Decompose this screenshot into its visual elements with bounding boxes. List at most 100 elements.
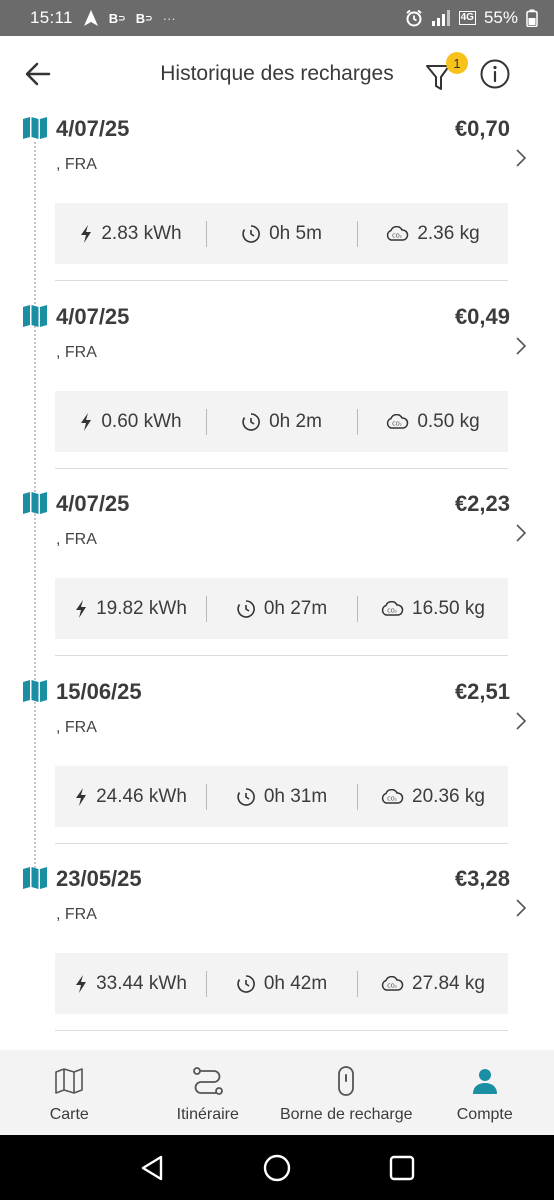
duration-stat: 0h 5m bbox=[206, 203, 357, 264]
filter-button[interactable]: 1 bbox=[424, 52, 468, 92]
charge-stats: 2.83 kWh 0h 5m CO₂ 2.36 kg bbox=[55, 203, 508, 264]
co2-stat: CO₂ 20.36 kg bbox=[357, 766, 508, 827]
charge-price: €2,23 bbox=[454, 491, 510, 516]
charge-price: €0,49 bbox=[454, 304, 510, 329]
charge-date: 4/07/25 bbox=[56, 304, 130, 329]
list-item[interactable]: 4/07/25 €0,49 , FRA 0.60 kWh 0h 2m CO₂ 0… bbox=[0, 300, 554, 488]
battery-text: 55% bbox=[483, 8, 518, 27]
list-item[interactable]: 15/06/25 €2,51 , FRA 24.46 kWh 0h 31m CO… bbox=[0, 675, 554, 863]
co2-stat: CO₂ 0.50 kg bbox=[357, 391, 508, 452]
page-title: Historique des recharges bbox=[160, 62, 394, 85]
co2-stat: CO₂ 27.84 kg bbox=[357, 953, 508, 1014]
map-icon bbox=[22, 679, 48, 703]
triangle-back-icon bbox=[142, 1155, 163, 1180]
charge-location: , FRA bbox=[56, 719, 97, 736]
lightning-icon bbox=[79, 412, 93, 432]
info-icon bbox=[480, 59, 510, 89]
duration-stat: 0h 2m bbox=[206, 391, 357, 452]
4g-icon: 4G bbox=[458, 11, 476, 25]
timer-icon bbox=[236, 787, 256, 807]
status-bar: 15:11 B ⊃ B ⊃ ··· 4G 55% bbox=[0, 0, 554, 36]
charge-stats: 0.60 kWh 0h 2m CO₂ 0.50 kg bbox=[55, 391, 508, 452]
nav-item-itineraire[interactable]: Itinéraire bbox=[139, 1050, 278, 1135]
lightning-icon bbox=[74, 787, 88, 807]
energy-value: 0.60 kWh bbox=[101, 410, 182, 432]
route-icon bbox=[192, 1066, 224, 1096]
system-recents-button[interactable] bbox=[382, 1148, 422, 1188]
co2-cloud-icon: CO₂ bbox=[380, 975, 404, 992]
energy-stat: 0.60 kWh bbox=[55, 391, 206, 452]
signal-icon bbox=[431, 10, 451, 26]
charge-stats: 19.82 kWh 0h 27m CO₂ 16.50 kg bbox=[55, 578, 508, 639]
nav-label: Borne de recharge bbox=[279, 1106, 413, 1123]
bottom-nav: Carte Itinéraire Borne de recharge Compt… bbox=[0, 1050, 554, 1135]
divider bbox=[55, 1030, 508, 1031]
map-icon bbox=[22, 491, 48, 515]
list-item[interactable]: 4/07/25 €0,70 , FRA 2.83 kWh 0h 5m CO₂ 2… bbox=[0, 112, 554, 300]
co2-cloud-icon: CO₂ bbox=[385, 413, 409, 430]
energy-stat: 33.44 kWh bbox=[55, 953, 206, 1014]
b-app-icon: B ⊃ bbox=[108, 10, 126, 26]
b-app-icon: B ⊃ bbox=[135, 10, 153, 26]
co2-value: 20.36 kg bbox=[412, 785, 485, 807]
filter-count-badge: 1 bbox=[446, 52, 468, 74]
nav-item-compte[interactable]: Compte bbox=[416, 1050, 554, 1135]
divider bbox=[55, 655, 508, 656]
charge-date: 4/07/25 bbox=[56, 116, 130, 141]
lightning-icon bbox=[74, 599, 88, 619]
co2-value: 27.84 kg bbox=[412, 972, 485, 994]
system-nav-bar bbox=[0, 1135, 554, 1200]
energy-value: 33.44 kWh bbox=[96, 972, 187, 994]
charge-date: 4/07/25 bbox=[56, 491, 130, 516]
chevron-right-icon bbox=[514, 523, 528, 543]
chevron-right-icon bbox=[514, 148, 528, 168]
chevron-right-icon bbox=[514, 336, 528, 356]
duration-value: 0h 31m bbox=[263, 785, 328, 807]
nav-item-borne[interactable]: Borne de recharge bbox=[277, 1050, 416, 1135]
co2-cloud-icon: CO₂ bbox=[385, 225, 409, 242]
system-back-button[interactable] bbox=[132, 1148, 172, 1188]
more-dots-icon: ··· bbox=[162, 10, 176, 26]
charge-stats: 24.46 kWh 0h 31m CO₂ 20.36 kg bbox=[55, 766, 508, 827]
charging-history-list[interactable]: 4/07/25 €0,70 , FRA 2.83 kWh 0h 5m CO₂ 2… bbox=[0, 112, 554, 1050]
duration-stat: 0h 42m bbox=[206, 953, 357, 1014]
co2-cloud-icon: CO₂ bbox=[380, 788, 404, 805]
app-header: Historique des recharges 1 bbox=[0, 36, 554, 112]
lightning-icon bbox=[74, 974, 88, 994]
back-button[interactable] bbox=[22, 58, 54, 90]
info-button[interactable] bbox=[479, 58, 511, 90]
timer-icon bbox=[236, 599, 256, 619]
map-icon bbox=[22, 116, 48, 140]
charge-stats: 33.44 kWh 0h 42m CO₂ 27.84 kg bbox=[55, 953, 508, 1014]
energy-stat: 2.83 kWh bbox=[55, 203, 206, 264]
timer-icon bbox=[241, 412, 261, 432]
list-item[interactable]: 4/07/25 €2,23 , FRA 19.82 kWh 0h 27m CO₂… bbox=[0, 487, 554, 675]
duration-value: 0h 27m bbox=[263, 597, 328, 619]
square-recents-icon bbox=[389, 1155, 414, 1180]
co2-value: 16.50 kg bbox=[412, 597, 485, 619]
map-icon bbox=[22, 866, 48, 890]
nav-label: Carte bbox=[49, 1106, 89, 1123]
energy-stat: 24.46 kWh bbox=[55, 766, 206, 827]
map-icon bbox=[54, 1066, 84, 1096]
svg-text:CO₂: CO₂ bbox=[387, 796, 396, 802]
system-home-button[interactable] bbox=[257, 1148, 297, 1188]
co2-stat: CO₂ 2.36 kg bbox=[357, 203, 508, 264]
charge-date: 15/06/25 bbox=[56, 679, 142, 704]
duration-value: 0h 5m bbox=[269, 222, 322, 244]
chevron-right-icon bbox=[514, 898, 528, 918]
nav-label: Compte bbox=[456, 1106, 513, 1123]
charge-price: €0,70 bbox=[454, 116, 510, 141]
energy-stat: 19.82 kWh bbox=[55, 578, 206, 639]
chevron-right-icon bbox=[514, 711, 528, 731]
energy-value: 19.82 kWh bbox=[96, 597, 187, 619]
charge-price: €3,28 bbox=[454, 866, 510, 891]
timer-icon bbox=[241, 224, 261, 244]
navigation-icon bbox=[83, 9, 99, 27]
svg-text:CO₂: CO₂ bbox=[387, 983, 396, 989]
nav-item-carte[interactable]: Carte bbox=[0, 1050, 139, 1135]
energy-value: 24.46 kWh bbox=[96, 785, 187, 807]
divider bbox=[55, 468, 508, 469]
list-item[interactable]: 23/05/25 €3,28 , FRA 33.44 kWh 0h 42m CO… bbox=[0, 862, 554, 1050]
duration-value: 0h 2m bbox=[269, 410, 322, 432]
